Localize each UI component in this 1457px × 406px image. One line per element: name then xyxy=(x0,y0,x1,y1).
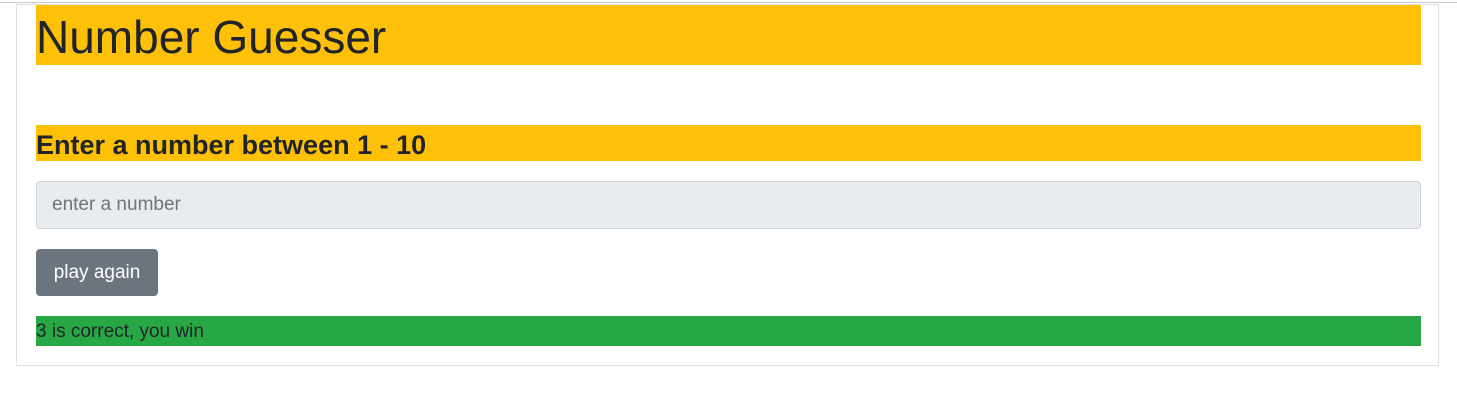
instruction-heading: Enter a number between 1 - 10 xyxy=(36,125,1421,161)
window-top-border xyxy=(0,2,1457,3)
result-message: 3 is correct, you win xyxy=(36,316,1421,346)
page-title: Number Guesser xyxy=(36,5,1421,65)
play-again-button[interactable]: play again xyxy=(36,249,158,296)
guess-input[interactable] xyxy=(36,181,1421,229)
